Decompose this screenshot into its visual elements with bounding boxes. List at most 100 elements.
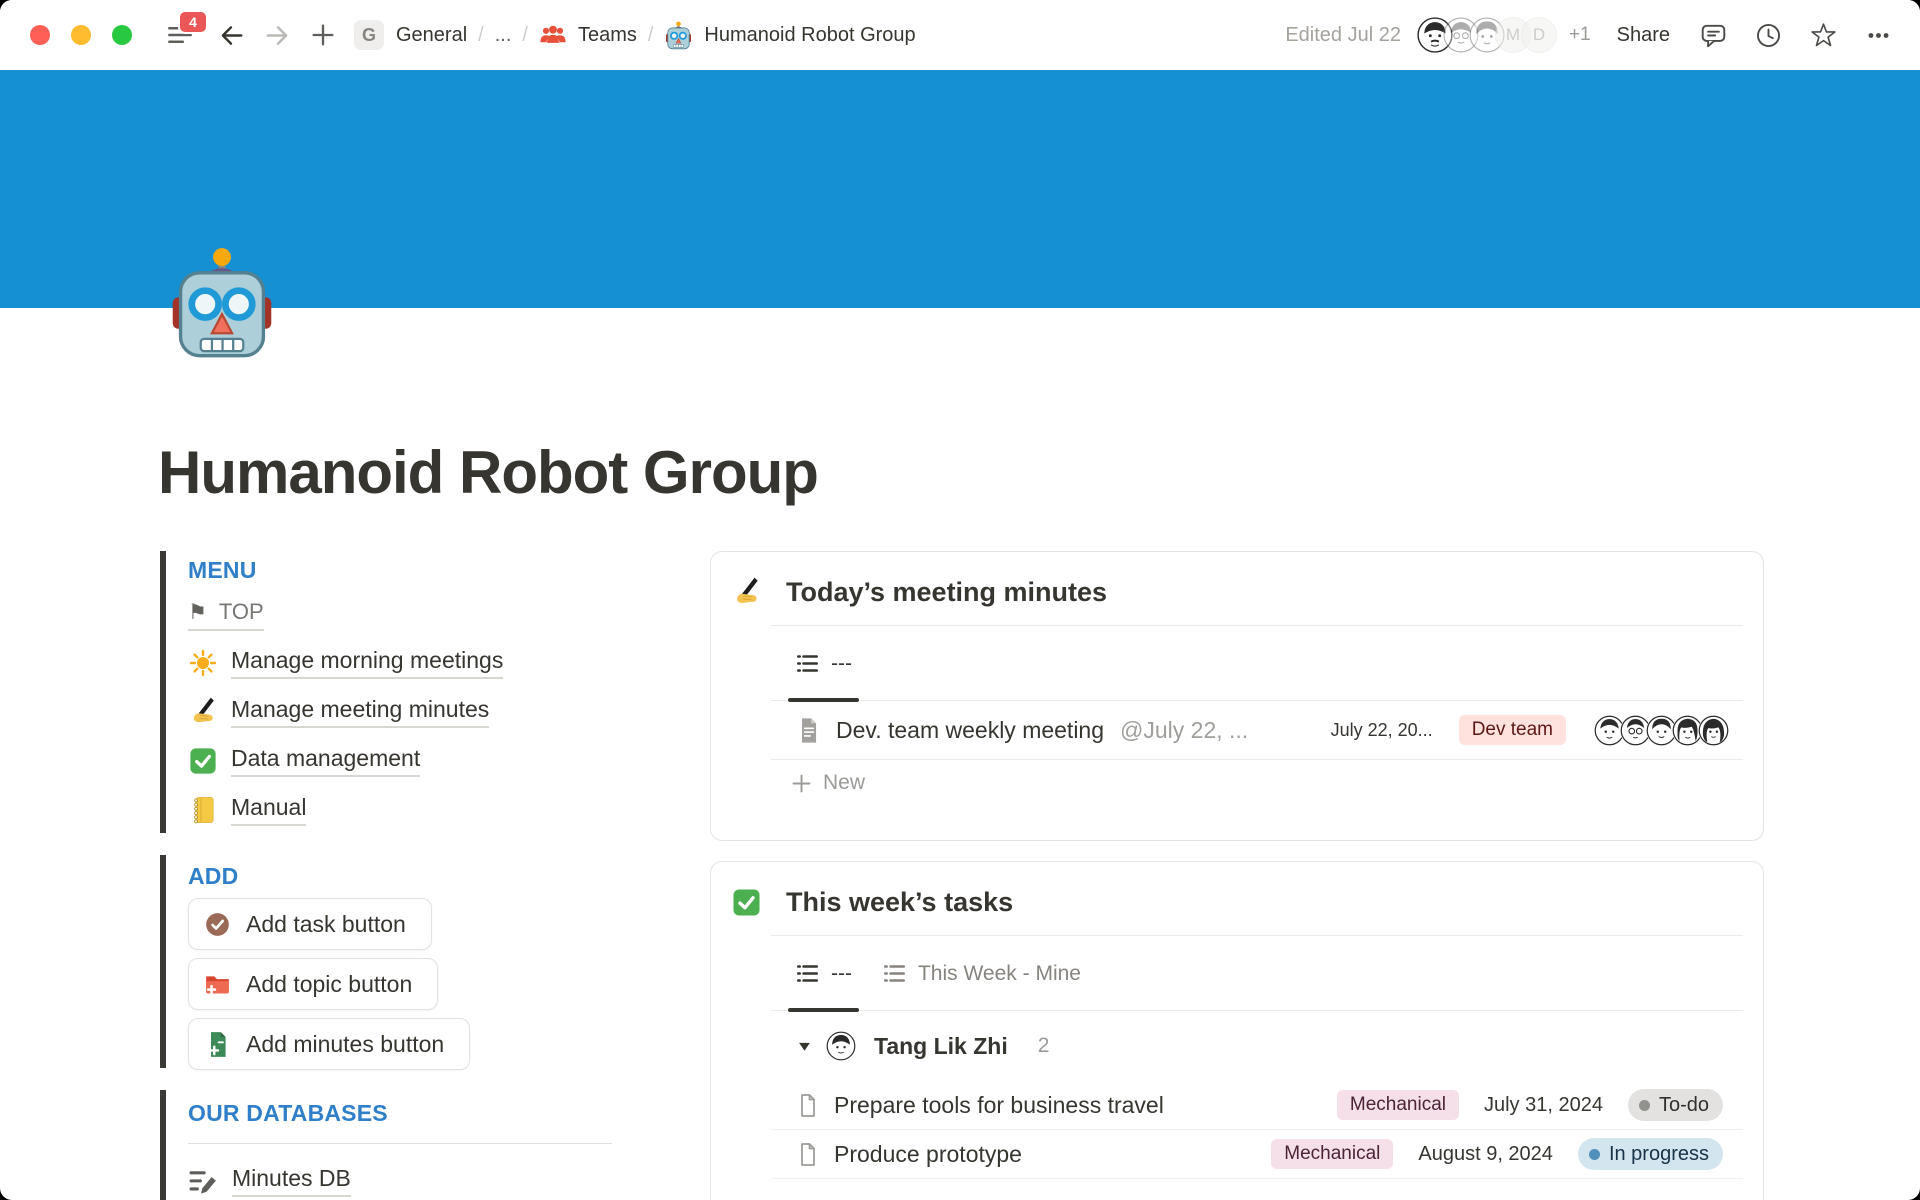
task-title: Prepare tools for business travel (834, 1092, 1164, 1119)
comments-icon[interactable] (1700, 22, 1727, 49)
group-name: Tang Lik Zhi (874, 1033, 1008, 1060)
share-button[interactable]: Share (1617, 24, 1670, 47)
breadcrumb-separator: / (522, 24, 528, 47)
back-button[interactable] (216, 20, 246, 50)
add-minutes-button[interactable]: Add minutes button (188, 1018, 470, 1070)
toolbar-right: Edited Jul 22 M D +1 Share (1285, 17, 1892, 53)
attendee-avatars (1594, 715, 1729, 746)
menu-link-label: Manage meeting minutes (231, 696, 489, 728)
menu-link-label: Data management (231, 745, 420, 777)
task-check-icon (204, 911, 231, 938)
menu-link-meeting-minutes[interactable]: Manage meeting minutes (188, 694, 640, 729)
avatar-overflow-count[interactable]: +1 (1569, 24, 1591, 46)
add-heading: ADD (188, 855, 640, 890)
breadcrumb-separator: / (648, 24, 654, 47)
status-label: To-do (1659, 1094, 1709, 1117)
add-task-button[interactable]: Add task button (188, 898, 432, 950)
more-options-icon[interactable] (1865, 22, 1892, 49)
meeting-minutes-header: Today’s meeting minutes (711, 552, 1763, 625)
status-dot (1589, 1149, 1600, 1160)
page-cover[interactable] (0, 70, 1920, 308)
card-title[interactable]: This week’s tasks (786, 887, 1013, 918)
favorite-star-icon[interactable] (1810, 22, 1837, 49)
avatar (1698, 715, 1729, 746)
ledger-emoji (188, 795, 218, 825)
status-badge: To-do (1628, 1089, 1723, 1121)
active-tab-indicator (788, 698, 859, 702)
task-properties: Mechanical July 31, 2024 To-do (1337, 1089, 1723, 1121)
window-toolbar: 4 G General / ... / Teams / Humanoid Rob… (0, 0, 1920, 70)
new-tab-button[interactable] (308, 20, 338, 50)
forward-button[interactable] (262, 20, 292, 50)
page-icon-robot-emoji[interactable] (166, 244, 278, 362)
card-title[interactable]: Today’s meeting minutes (786, 577, 1107, 608)
robot-emoji (664, 21, 693, 50)
workspace-chip[interactable]: G (354, 20, 384, 50)
menu-link-top[interactable]: ⚑ TOP (188, 599, 264, 631)
plus-icon (310, 22, 336, 48)
category-tag: Mechanical (1337, 1090, 1459, 1120)
sidebar-toggle-button[interactable]: 4 (164, 19, 196, 51)
page-icon (795, 1093, 820, 1118)
history-clock-icon[interactable] (1755, 22, 1782, 49)
breadcrumb: General / ... / Teams / Humanoid Robot G… (396, 21, 916, 50)
breadcrumb-teams[interactable]: Teams (578, 24, 637, 47)
list-view-icon (882, 961, 907, 986)
check-mark-emoji (731, 887, 762, 918)
view-tabs: --- (711, 626, 1763, 701)
meeting-minutes-card: Today’s meeting minutes --- Dev. team we… (710, 551, 1764, 841)
avatar-letter: D (1521, 17, 1557, 53)
view-tab-label: This Week - Mine (918, 962, 1081, 986)
group-header-row[interactable]: Tang Lik Zhi 2 (711, 1011, 1763, 1081)
meeting-row[interactable]: Dev. team weekly meeting @July 22, ... J… (711, 701, 1763, 759)
list-view-icon (795, 961, 820, 986)
minimize-window-button[interactable] (71, 25, 91, 45)
databases-section: OUR DATABASES Minutes DB (160, 1090, 640, 1200)
divider (771, 700, 1743, 701)
menu-link-manual[interactable]: Manual (188, 792, 640, 827)
menu-link-morning-meetings[interactable]: Manage morning meetings (188, 645, 640, 680)
team-tag: Dev team (1459, 715, 1566, 745)
divider (771, 1178, 1743, 1179)
view-tab-this-week-mine[interactable]: This Week - Mine (882, 936, 1081, 1011)
new-button-label: New (823, 771, 865, 795)
breadcrumb-page[interactable]: Humanoid Robot Group (704, 24, 915, 47)
add-button-label: Add topic button (246, 971, 412, 998)
page-title[interactable]: Humanoid Robot Group (158, 438, 818, 507)
close-window-button[interactable] (30, 25, 50, 45)
menu-link-label: Manage morning meetings (231, 647, 503, 679)
traffic-lights (30, 25, 132, 45)
status-dot (1639, 1100, 1650, 1111)
menu-heading: MENU (188, 551, 640, 584)
category-tag: Mechanical (1271, 1139, 1393, 1169)
view-tab-default[interactable]: --- (795, 936, 852, 1011)
back-arrow-icon (218, 22, 245, 49)
database-link-minutes-db[interactable]: Minutes DB (188, 1165, 640, 1197)
breadcrumb-root[interactable]: General (396, 24, 467, 47)
task-row[interactable]: Prepare tools for business travel Mechan… (711, 1081, 1763, 1129)
view-tab-default[interactable]: --- (795, 626, 852, 701)
menu-section: MENU ⚑ TOP Manage morning meetings Manag… (160, 551, 640, 833)
view-tabs: --- This Week - Mine (711, 936, 1763, 1011)
add-topic-button[interactable]: Add topic button (188, 958, 438, 1010)
view-tab-label: --- (831, 962, 852, 986)
meeting-date-mention: @July 22, ... (1120, 717, 1248, 744)
new-meeting-button[interactable]: New (711, 760, 1763, 806)
status-label: In progress (1609, 1143, 1709, 1166)
view-tab-label: --- (831, 652, 852, 676)
collaborator-avatars[interactable]: M D (1417, 17, 1557, 53)
menu-link-label: Manual (231, 794, 306, 826)
breadcrumb-collapsed[interactable]: ... (495, 24, 512, 47)
collapse-triangle-icon[interactable] (797, 1039, 812, 1054)
forward-arrow-icon (264, 22, 291, 49)
app-window: 4 G General / ... / Teams / Humanoid Rob… (0, 0, 1920, 1200)
tasks-header: This week’s tasks (711, 862, 1763, 935)
menu-link-data-management[interactable]: Data management (188, 743, 640, 778)
status-badge: In progress (1578, 1138, 1723, 1170)
zoom-window-button[interactable] (112, 25, 132, 45)
task-row[interactable]: Produce prototype Mechanical August 9, 2… (711, 1130, 1763, 1178)
page-icon (795, 717, 822, 744)
teams-people-icon (539, 21, 567, 49)
due-date: July 31, 2024 (1484, 1094, 1603, 1117)
list-view-icon (795, 651, 820, 676)
